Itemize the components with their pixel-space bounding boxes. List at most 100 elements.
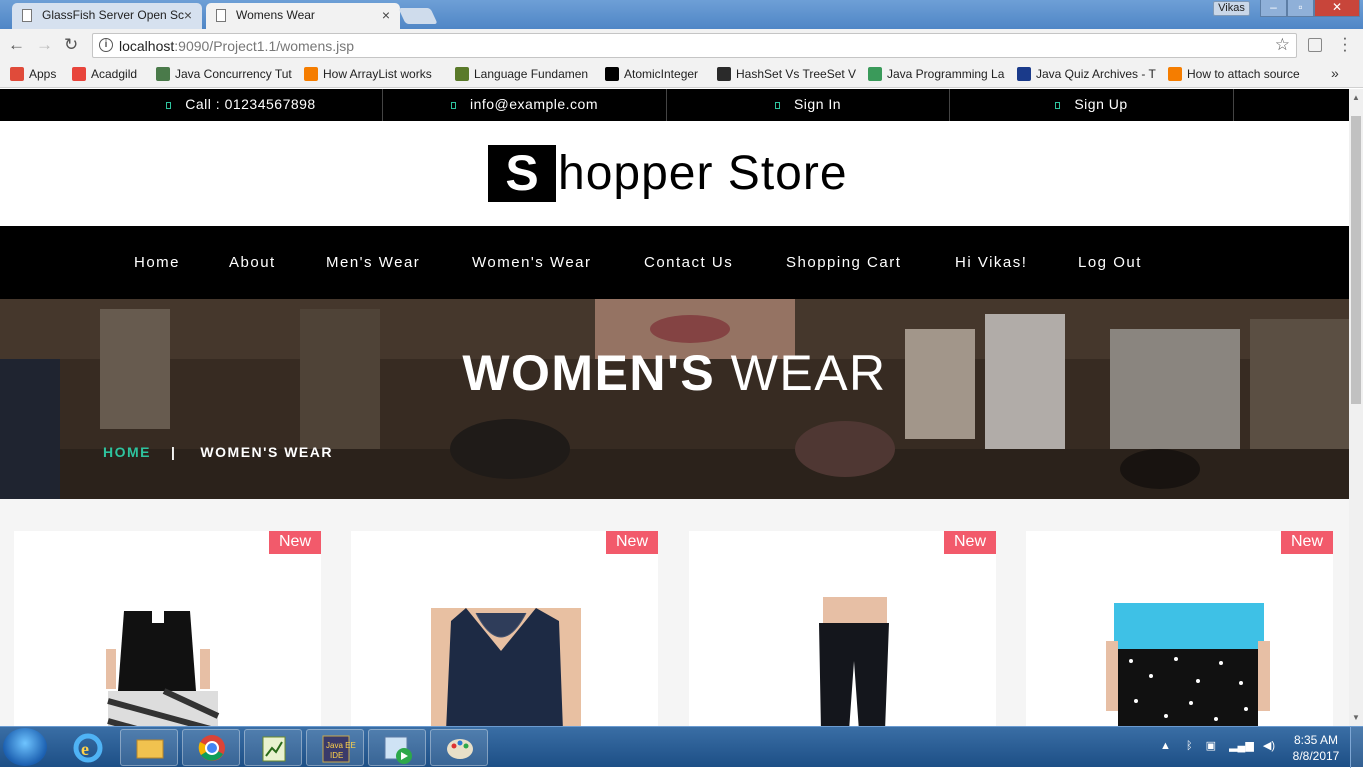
bookmark-item[interactable]: AtomicInteger	[605, 67, 705, 81]
nav-shopping-cart[interactable]: Shopping Cart	[786, 254, 901, 271]
close-tab-icon[interactable]: ×	[184, 3, 192, 28]
email-item[interactable]: info@example.com	[383, 89, 667, 121]
back-arrow-icon[interactable]: ←	[8, 35, 25, 55]
bookmark-item[interactable]: Java Concurrency Tut	[156, 67, 296, 81]
bookmark-item[interactable]: Acadgild	[72, 67, 147, 81]
url-text[interactable]: localhost:9090/Project1.1/womens.jsp	[119, 38, 354, 54]
product-grid: New New New New	[0, 499, 1349, 726]
bookmark-item[interactable]: HashSet Vs TreeSet V	[717, 67, 857, 81]
sign-in-link[interactable]: Sign In	[667, 89, 950, 121]
page-icon	[216, 9, 226, 22]
bookmark-label: Java Quiz Archives - T	[1036, 67, 1156, 81]
svg-text:IDE: IDE	[330, 751, 343, 760]
paint-icon[interactable]	[430, 729, 488, 766]
more-bookmarks-icon[interactable]: »	[1331, 65, 1339, 81]
profile-button[interactable]: Vikas	[1213, 1, 1250, 16]
bookmark-item[interactable]: How ArrayList works	[304, 67, 444, 81]
nav-contact-us[interactable]: Contact Us	[644, 254, 733, 271]
svg-text:e: e	[81, 739, 89, 759]
product-card[interactable]: New	[14, 531, 321, 726]
menu-icon[interactable]: · · ·	[1340, 29, 1350, 58]
maximize-button[interactable]: ▫	[1287, 0, 1314, 17]
device-icon[interactable]: ▣	[1206, 740, 1216, 752]
bookmark-item[interactable]: How to attach source	[1168, 67, 1318, 81]
bookmark-label: Acadgild	[91, 67, 138, 81]
logo-initial[interactable]: S	[488, 145, 556, 202]
new-badge: New	[269, 531, 321, 554]
apps-grid-icon	[10, 67, 24, 81]
nav-log-out[interactable]: Log Out	[1078, 254, 1142, 271]
breadcrumb-home[interactable]: HOME	[103, 444, 151, 460]
bookmark-item[interactable]: Apps	[10, 67, 65, 81]
bookmark-label: Java Concurrency Tut	[175, 67, 292, 81]
java-ee-ide-icon[interactable]: Java EE IDE	[306, 729, 364, 766]
bookmark-label: AtomicInteger	[624, 67, 699, 81]
product-image[interactable]	[351, 531, 658, 726]
new-badge: New	[606, 531, 658, 554]
product-image[interactable]	[1026, 531, 1333, 726]
show-desktop-button[interactable]	[1350, 727, 1363, 768]
scroll-thumb[interactable]	[1351, 116, 1361, 404]
logo-text[interactable]: hopper Store	[558, 145, 848, 202]
product-card[interactable]: New	[351, 531, 658, 726]
sign-up-link[interactable]: Sign Up	[950, 89, 1234, 121]
breadcrumb: HOME | WOMEN'S WEAR	[103, 444, 333, 460]
ie-icon[interactable]: e	[58, 729, 116, 766]
explorer-icon[interactable]	[120, 729, 178, 766]
call-item[interactable]: Call : 01234567898	[100, 89, 383, 121]
nav-womens-wear[interactable]: Women's Wear	[472, 254, 592, 271]
product-card[interactable]: New	[689, 531, 996, 726]
info-icon[interactable]: i	[99, 38, 113, 52]
reload-icon[interactable]: ↻	[64, 35, 78, 55]
product-image[interactable]	[14, 531, 321, 726]
breadcrumb-current: WOMEN'S WEAR	[200, 444, 333, 460]
minimize-button[interactable]: –	[1260, 0, 1287, 17]
nav-user-greeting[interactable]: Hi Vikas!	[955, 254, 1027, 271]
main-nav: Home About Men's Wear Women's Wear Conta…	[0, 226, 1349, 299]
nav-mens-wear[interactable]: Men's Wear	[326, 254, 420, 271]
network-icon[interactable]: ▂▄▆	[1229, 740, 1254, 752]
contact-bar: Call : 01234567898 info@example.com Sign…	[0, 89, 1349, 121]
bookmark-label: How to attach source	[1187, 67, 1300, 81]
close-tab-icon[interactable]: ×	[382, 3, 390, 28]
link-icon	[868, 67, 882, 81]
new-tab-button[interactable]	[398, 8, 438, 24]
close-window-button[interactable]: ✕	[1314, 0, 1360, 17]
bookmark-item[interactable]: Language Fundamen	[455, 67, 595, 81]
tab-title: Womens Wear	[236, 8, 315, 22]
nav-about[interactable]: About	[229, 254, 276, 271]
bluetooth-icon[interactable]: ᛒ	[1186, 740, 1193, 752]
new-badge: New	[944, 531, 996, 554]
bookmark-label: Apps	[29, 67, 57, 81]
page-banner: WOMEN'S WEAR HOME | WOMEN'S WEAR	[0, 299, 1349, 499]
volume-icon[interactable]: ◀)	[1263, 740, 1275, 752]
tab-glassfish[interactable]: GlassFish Server Open Sc ×	[12, 3, 202, 29]
address-bar[interactable]: i localhost:9090/Project1.1/womens.jsp ☆	[92, 33, 1297, 58]
blogger-icon	[304, 67, 318, 81]
bookmark-star-icon[interactable]: ☆	[1275, 35, 1290, 55]
scroll-up-arrow-icon[interactable]: ▲	[1352, 93, 1360, 102]
scroll-down-arrow-icon[interactable]: ▼	[1352, 713, 1360, 722]
chart-app-icon[interactable]	[244, 729, 302, 766]
page-title: WOMEN'S WEAR	[462, 345, 887, 401]
page-scrollbar[interactable]: ▲ ▼	[1349, 89, 1363, 726]
site-icon	[1017, 67, 1031, 81]
tray-expand-icon[interactable]: ▲	[1160, 740, 1171, 752]
forward-arrow-icon[interactable]: →	[36, 35, 53, 55]
start-button[interactable]	[3, 728, 47, 766]
product-card[interactable]: New	[1026, 531, 1333, 726]
tab-title: GlassFish Server Open Sc	[42, 8, 185, 22]
nav-home[interactable]: Home	[134, 254, 180, 271]
media-player-icon[interactable]	[368, 729, 426, 766]
new-badge: New	[1281, 531, 1333, 554]
extension-icon[interactable]	[1308, 38, 1322, 52]
product-image[interactable]	[689, 531, 996, 726]
bookmark-item[interactable]: Java Programming La	[868, 67, 1008, 81]
bookmarks-bar: Apps Acadgild Java Concurrency Tut How Arra…	[0, 62, 1363, 88]
svg-text:Java EE: Java EE	[326, 741, 356, 750]
chrome-icon[interactable]	[182, 729, 240, 766]
bookmark-item[interactable]: Java Quiz Archives - T	[1017, 67, 1157, 81]
system-clock[interactable]: 8:35 AM 8/8/2017	[1288, 732, 1344, 764]
phone-icon	[166, 102, 172, 109]
tab-womens-wear[interactable]: Womens Wear ×	[206, 3, 400, 29]
